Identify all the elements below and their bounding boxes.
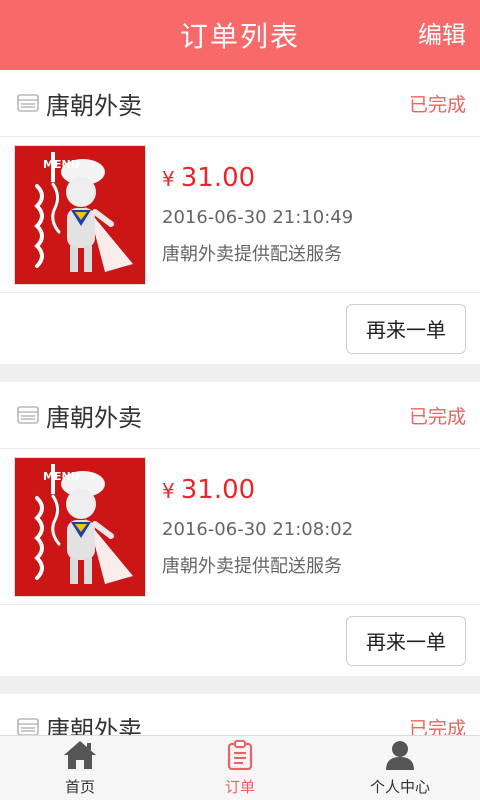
bottom-tab-bar: 首页 订单 个人中心 — [0, 735, 480, 800]
order-item[interactable]: MENU ¥ 31.00 2016-06-30 21:08:02 唐朝外卖提供配… — [0, 449, 480, 605]
order-actions: 再来一单 — [0, 293, 480, 364]
status-label: 已完成 — [408, 405, 466, 428]
shop-name: 唐朝外卖 — [46, 91, 142, 120]
order-actions: 再来一单 — [0, 605, 480, 676]
order-datetime: 2016-06-30 21:08:02 — [162, 519, 354, 540]
order-shop-row[interactable]: 唐朝外卖 已完成 — [0, 382, 480, 449]
order-list-icon — [226, 739, 254, 774]
status-label: 已完成 — [408, 717, 466, 737]
tab-orders-label: 订单 — [224, 777, 255, 796]
currency-symbol: ¥ — [162, 479, 175, 503]
app-header: 订单列表 编辑 — [0, 0, 480, 70]
order-price: ¥ 31.00 — [162, 475, 353, 505]
logo-menu-text: MENU — [43, 470, 80, 483]
home-icon — [63, 740, 97, 774]
price-value: 31.00 — [180, 163, 256, 193]
logo-menu-text: MENU — [43, 158, 80, 171]
user-icon — [384, 740, 416, 774]
status-label: 已完成 — [408, 93, 466, 116]
shop-logo-image: MENU — [14, 456, 146, 597]
reorder-button[interactable]: 再来一单 — [346, 615, 466, 666]
delivery-description: 唐朝外卖提供配送服务 — [162, 244, 342, 265]
order-price: ¥ 31.00 — [162, 163, 353, 193]
tab-home[interactable]: 首页 — [0, 736, 160, 800]
price-value: 31.00 — [180, 475, 256, 505]
shop-name: 唐朝外卖 — [46, 403, 142, 432]
order-list[interactable]: 唐朝外卖 已完成 MENU ¥ 31.00 2016-06-30 21:10:4… — [0, 70, 480, 736]
delivery-description: 唐朝外卖提供配送服务 — [162, 556, 342, 577]
tab-profile-label: 个人中心 — [369, 777, 430, 796]
tab-orders[interactable]: 订单 — [160, 736, 320, 800]
shop-icon — [16, 403, 40, 427]
order-item[interactable]: MENU ¥ 31.00 2016-06-30 21:10:49 唐朝外卖提供配… — [0, 137, 480, 293]
tab-home-label: 首页 — [64, 777, 95, 796]
page-title: 订单列表 — [179, 20, 300, 53]
shop-name: 唐朝外卖 — [46, 715, 142, 737]
shop-icon — [16, 91, 40, 115]
shop-icon — [16, 715, 40, 736]
tab-profile[interactable]: 个人中心 — [320, 736, 480, 800]
order-shop-row[interactable]: 唐朝外卖 已完成 — [0, 70, 480, 137]
order-shop-row[interactable]: 唐朝外卖 已完成 — [0, 694, 480, 736]
edit-button[interactable]: 编辑 — [418, 0, 466, 70]
order-card: 唐朝外卖 已完成 — [0, 694, 480, 736]
reorder-button[interactable]: 再来一单 — [346, 303, 466, 354]
order-card: 唐朝外卖 已完成 MENU — [0, 382, 480, 676]
currency-symbol: ¥ — [162, 167, 175, 191]
shop-logo-image: MENU — [14, 144, 146, 285]
order-card: 唐朝外卖 已完成 MENU — [0, 70, 480, 364]
order-datetime: 2016-06-30 21:10:49 — [162, 207, 354, 228]
